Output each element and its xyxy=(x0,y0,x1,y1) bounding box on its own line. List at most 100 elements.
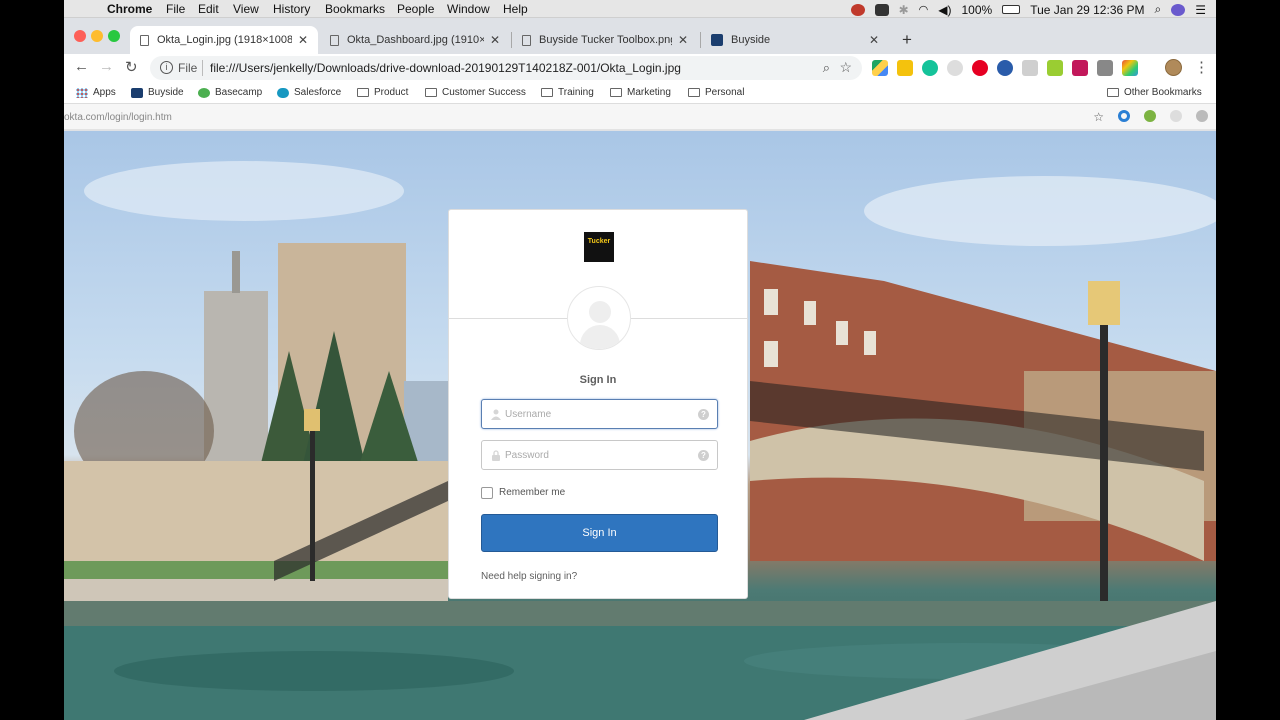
embedded-url: okta.com/login/login.htm xyxy=(64,112,172,123)
tab-buyside[interactable]: Buyside ✕ xyxy=(701,26,889,54)
clock[interactable]: Tue Jan 29 12:36 PM xyxy=(1030,3,1144,17)
bookmark-label: Marketing xyxy=(627,87,671,98)
menu-people[interactable]: People xyxy=(397,2,434,16)
okta-login-card: Tucker Sign In Username ? Password ? Rem… xyxy=(448,209,748,599)
grammarly-icon[interactable] xyxy=(922,60,938,76)
tab-buyside-toolbox[interactable]: Buyside Tucker Toolbox.png (1 ✕ xyxy=(512,26,698,54)
menu-app[interactable]: Chrome xyxy=(107,2,152,16)
drive-icon[interactable] xyxy=(874,3,889,16)
menu-bookmarks[interactable]: Bookmarks xyxy=(325,2,385,16)
menu-history[interactable]: History xyxy=(273,2,310,16)
buyside-icon xyxy=(131,87,143,98)
extension-green-icon[interactable] xyxy=(1047,60,1063,76)
extension-yellow-icon[interactable] xyxy=(897,60,913,76)
extension-grey-icon[interactable] xyxy=(947,60,963,76)
username-help-icon[interactable]: ? xyxy=(698,409,709,420)
password-input[interactable]: Password ? xyxy=(481,440,718,470)
menubar-status: ✱ ◠ ◀) 100% Tue Jan 29 12:36 PM ⌕ ☰ xyxy=(850,2,1206,17)
url-text[interactable]: file:///Users/jenkelly/Downloads/drive-d… xyxy=(210,61,681,75)
extension-blue-icon[interactable] xyxy=(997,60,1013,76)
close-tab-icon[interactable]: ✕ xyxy=(678,33,688,47)
buyside-favicon-icon xyxy=(711,34,723,46)
bookmark-label: Customer Success xyxy=(442,87,526,98)
new-tab-button[interactable]: + xyxy=(902,30,912,50)
spotlight-icon[interactable]: ⌕ xyxy=(1155,2,1162,17)
info-icon[interactable]: i xyxy=(160,61,173,74)
address-bar[interactable]: i File file:///Users/jenkelly/Downloads/… xyxy=(150,56,862,80)
extension-light-icon[interactable] xyxy=(1022,60,1038,76)
close-tab-icon[interactable]: ✕ xyxy=(490,33,500,47)
folder-icon xyxy=(357,88,369,97)
tab-title: Okta_Login.jpg (1918×1008) xyxy=(157,34,292,46)
extension-color-icon[interactable] xyxy=(1122,60,1138,76)
browser-toolbar: ← → ↻ i File file:///Users/jenkelly/Down… xyxy=(64,54,1216,82)
battery-icon[interactable] xyxy=(1002,5,1021,14)
bookmark-label: Buyside xyxy=(148,87,184,98)
document-icon xyxy=(140,34,149,46)
close-window-button[interactable] xyxy=(74,30,86,42)
tab-title: Okta_Dashboard.jpg (1910×100 xyxy=(347,34,484,46)
remember-me-label[interactable]: Remember me xyxy=(499,487,565,498)
menu-help[interactable]: Help xyxy=(503,2,528,16)
pinterest-icon[interactable] xyxy=(972,60,988,76)
bookmark-buyside[interactable]: Buyside xyxy=(131,87,184,98)
tab-title: Buyside Tucker Toolbox.png (1 xyxy=(539,34,672,46)
remember-me-checkbox[interactable] xyxy=(481,487,493,499)
bookmark-training[interactable]: Training xyxy=(541,87,594,98)
page-viewport: Tucker Sign In Username ? Password ? Rem… xyxy=(64,131,1216,720)
bookmark-marketing[interactable]: Marketing xyxy=(610,87,671,98)
bookmarks-bar: Apps Buyside Basecamp Salesforce Product… xyxy=(64,82,1216,104)
menu-edit[interactable]: Edit xyxy=(198,2,219,16)
bookmark-other[interactable]: Other Bookmarks xyxy=(1107,87,1202,98)
forward-button[interactable]: → xyxy=(99,58,114,75)
menu-window[interactable]: Window xyxy=(447,2,490,16)
lock-icon xyxy=(492,450,500,461)
bluetooth-icon[interactable]: ✱ xyxy=(899,3,909,17)
screen-record-icon[interactable] xyxy=(850,3,865,16)
profile-avatar[interactable] xyxy=(1165,59,1182,76)
bookmark-product[interactable]: Product xyxy=(357,87,408,98)
bookmark-salesforce[interactable]: Salesforce xyxy=(277,87,341,98)
menu-view[interactable]: View xyxy=(233,2,259,16)
username-placeholder: Username xyxy=(505,409,552,420)
tab-okta-dashboard[interactable]: Okta_Dashboard.jpg (1910×100 ✕ xyxy=(320,26,510,54)
chrome-menu-icon[interactable]: ⋮ xyxy=(1194,58,1209,76)
bookmark-personal[interactable]: Personal xyxy=(688,87,744,98)
wifi-icon[interactable]: ◠ xyxy=(919,3,929,16)
reload-button[interactable]: ↻ xyxy=(125,58,138,76)
minimize-window-button[interactable] xyxy=(91,30,103,42)
extensions-area xyxy=(872,60,1138,76)
password-help-icon[interactable]: ? xyxy=(698,450,709,461)
sign-in-button[interactable]: Sign In xyxy=(481,514,718,552)
folder-icon xyxy=(425,88,437,97)
menu-file[interactable]: File xyxy=(166,2,185,16)
google-drive-icon[interactable] xyxy=(872,60,888,76)
close-tab-icon[interactable]: ✕ xyxy=(298,33,308,47)
bookmark-customer-success[interactable]: Customer Success xyxy=(425,87,526,98)
tucker-logo: Tucker xyxy=(584,232,614,262)
bookmark-apps[interactable]: Apps xyxy=(76,87,116,98)
extension-circle-icon xyxy=(1196,110,1208,122)
close-tab-icon[interactable]: ✕ xyxy=(869,33,879,47)
zoom-icon[interactable]: ⌕ xyxy=(823,60,830,76)
screen: Chrome File Edit View History Bookmarks … xyxy=(64,0,1216,720)
notification-center-icon[interactable]: ☰ xyxy=(1195,3,1206,17)
embedded-url-strip: okta.com/login/login.htm ☆ xyxy=(64,104,1216,130)
document-icon xyxy=(522,34,531,46)
username-input[interactable]: Username ? xyxy=(481,399,718,429)
battery-text: 100% xyxy=(961,2,993,17)
siri-icon[interactable] xyxy=(1171,3,1186,16)
extension-magenta-icon[interactable] xyxy=(1072,60,1088,76)
back-button[interactable]: ← xyxy=(74,58,89,75)
folder-icon xyxy=(541,88,553,97)
zoom-window-button[interactable] xyxy=(108,30,120,42)
bookmark-star-icon[interactable]: ☆ xyxy=(839,59,852,76)
need-help-link[interactable]: Need help signing in? xyxy=(481,571,577,582)
tab-okta-login[interactable]: Okta_Login.jpg (1918×1008) ✕ xyxy=(130,26,318,54)
bookmark-basecamp[interactable]: Basecamp xyxy=(198,87,262,98)
folder-icon xyxy=(610,88,622,97)
embedded-extensions: ☆ xyxy=(1093,110,1208,124)
bookmark-label: Other Bookmarks xyxy=(1124,87,1202,98)
camera-icon[interactable] xyxy=(1097,60,1113,76)
volume-icon[interactable]: ◀) xyxy=(938,3,951,17)
